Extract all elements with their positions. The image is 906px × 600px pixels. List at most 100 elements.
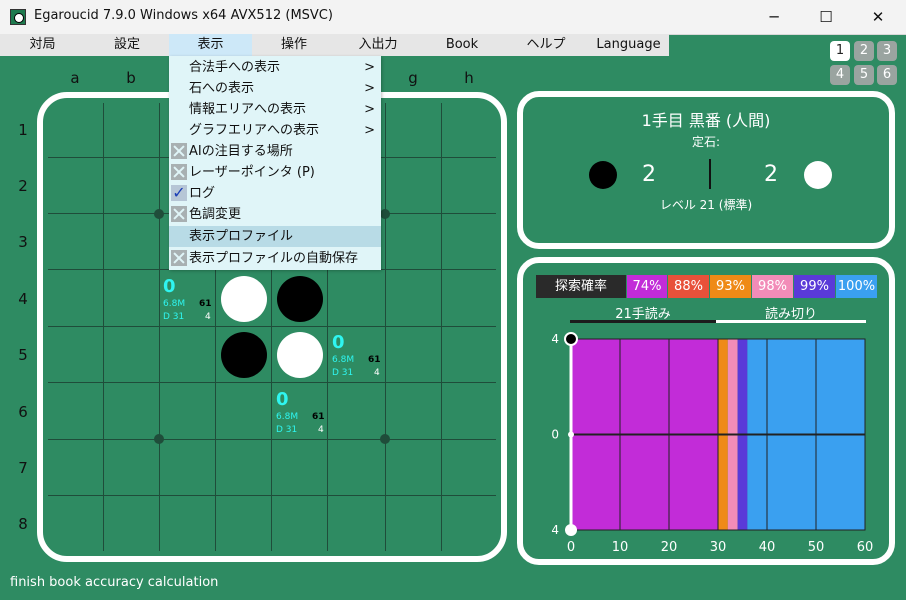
- view-menu-item-color-change[interactable]: 色調変更: [169, 204, 381, 225]
- chart-zero-marker: [568, 431, 574, 438]
- chart-x-tick-label: 50: [808, 540, 825, 555]
- legend-search-probability: 探索確率: [536, 275, 626, 298]
- hint-value: 0: [276, 389, 289, 410]
- legend-100: 100%: [836, 275, 877, 298]
- view-menu-item-ai-focus[interactable]: AIの注目する場所: [169, 141, 381, 162]
- row-label-8: 8: [18, 515, 28, 533]
- grid-line: [103, 103, 104, 551]
- unchecked-box-icon: [171, 143, 187, 159]
- submenu-arrow-icon: >: [364, 60, 375, 75]
- view-menu-item-laser-pointer[interactable]: レーザーポインタ (P): [169, 162, 381, 183]
- view-menu-item-log[interactable]: ✓ ログ: [169, 183, 381, 204]
- tab-6[interactable]: 6: [877, 65, 897, 85]
- legal-move-hint-c4[interactable]: 0 6.8M D 31 61 4: [163, 276, 215, 326]
- view-menu-item-autosave-profile[interactable]: 表示プロファイルの自動保存: [169, 248, 381, 269]
- view-menu-item-discs[interactable]: 石への表示 >: [169, 78, 381, 99]
- view-menu-item-info-area[interactable]: 情報エリアへの表示 >: [169, 99, 381, 120]
- close-button[interactable]: ✕: [852, 0, 904, 34]
- view-menu-dropdown: 合法手への表示 > 石への表示 > 情報エリアへの表示 > グラフエリアへの表示…: [169, 56, 381, 270]
- grid-line: [48, 326, 496, 327]
- menu-settings[interactable]: 設定: [85, 34, 169, 56]
- menu-book[interactable]: Book: [420, 34, 504, 56]
- grid-line: [385, 103, 386, 551]
- turn-info: 1手目 黒番 (人間): [641, 111, 771, 130]
- legal-move-hint-e6[interactable]: 0 6.8M D 31 61 4: [276, 389, 328, 439]
- white-disc-d4[interactable]: [221, 276, 267, 322]
- ai-level: レベル 21 (標準): [659, 198, 753, 212]
- grid-line: [159, 103, 160, 551]
- chart-y-tick-label: 4: [551, 523, 559, 537]
- star-point: [154, 434, 164, 444]
- hint-probability: 61: [368, 355, 381, 365]
- status-text: finish book accuracy calculation: [10, 575, 219, 590]
- legend-88: 88%: [668, 275, 709, 298]
- white-disc-e5[interactable]: [277, 332, 323, 378]
- chart-y-tick-label: 0: [551, 428, 559, 442]
- hint-count: 4: [205, 312, 211, 322]
- hint-count: 4: [318, 425, 324, 435]
- legend-93: 93%: [710, 275, 751, 298]
- view-menu-item-legal-moves[interactable]: 合法手への表示 >: [169, 57, 381, 78]
- submenu-arrow-icon: >: [364, 123, 375, 138]
- view-menu-item-graph-area[interactable]: グラフエリアへの表示 >: [169, 120, 381, 141]
- hint-probability: 61: [312, 412, 325, 422]
- hint-probability: 61: [199, 299, 212, 309]
- legal-move-hint-f5[interactable]: 0 6.8M D 31 61 4: [332, 332, 384, 382]
- minimize-button[interactable]: ─: [748, 0, 800, 34]
- row-label-6: 6: [18, 403, 28, 421]
- submenu-arrow-icon: >: [364, 102, 375, 117]
- hint-nodes: 6.8M: [332, 355, 355, 365]
- hint-nodes: 6.8M: [276, 412, 299, 422]
- tab-5[interactable]: 5: [854, 65, 874, 85]
- star-point: [380, 209, 390, 219]
- chart-x-tick-label: 20: [661, 540, 678, 555]
- column-label-h: h: [464, 69, 474, 87]
- hint-depth: D 31: [276, 425, 298, 435]
- chart-y-tick-label: 4: [551, 332, 559, 346]
- menu-game[interactable]: 対局: [0, 34, 85, 56]
- column-label-b: b: [126, 69, 136, 87]
- menu-bar: 対局 設定 表示 操作 入出力 Book ヘルプ Language: [0, 34, 669, 56]
- chart-x-tick-label: 60: [857, 540, 874, 555]
- chart-x-tick-label: 0: [567, 540, 575, 555]
- column-label-a: a: [70, 69, 80, 87]
- menu-view[interactable]: 表示: [169, 34, 252, 56]
- menu-io[interactable]: 入出力: [336, 34, 420, 56]
- search-probability-chart: 4040 10 20 30 40 50 60: [551, 332, 874, 555]
- column-label-g: g: [408, 69, 418, 87]
- view-menu-item-display-profile[interactable]: 表示プロファイル: [169, 226, 381, 247]
- submenu-arrow-icon: >: [364, 81, 375, 96]
- legend-99: 99%: [794, 275, 835, 298]
- tab-3[interactable]: 3: [877, 41, 897, 61]
- checkmark-icon: ✓: [171, 183, 187, 202]
- menu-language[interactable]: Language: [588, 34, 669, 56]
- chart-black-marker: [564, 332, 578, 346]
- legend-74: 74%: [627, 275, 667, 298]
- black-disc-e4[interactable]: [277, 276, 323, 322]
- menu-operation[interactable]: 操作: [252, 34, 336, 56]
- score-divider: [709, 159, 711, 189]
- chart-x-tick-label: 40: [759, 540, 776, 555]
- row-label-5: 5: [18, 346, 28, 364]
- hint-value: 0: [332, 332, 345, 353]
- unchecked-box-icon: [171, 206, 187, 222]
- star-point: [380, 434, 390, 444]
- black-disc-d5[interactable]: [221, 332, 267, 378]
- tab-1[interactable]: 1: [830, 41, 850, 61]
- grid-line: [48, 439, 496, 440]
- window-title: Egaroucid 7.9.0 Windows x64 AVX512 (MSVC…: [34, 8, 333, 23]
- info-panel: 1手目 黒番 (人間) 定石: 2 2 レベル 21 (標準): [517, 91, 895, 249]
- row-label-1: 1: [18, 121, 28, 139]
- hint-nodes: 6.8M: [163, 299, 186, 309]
- white-disc-icon: [804, 161, 832, 189]
- maximize-button[interactable]: ☐: [800, 0, 852, 34]
- menu-help[interactable]: ヘルプ: [504, 34, 588, 56]
- grid-line: [48, 495, 496, 496]
- app-icon: [10, 9, 26, 25]
- tab-indicator-inactive: [570, 320, 716, 323]
- grid-line: [441, 103, 442, 551]
- hint-count: 4: [374, 368, 380, 378]
- white-score: 2: [764, 162, 778, 187]
- tab-4[interactable]: 4: [830, 65, 850, 85]
- tab-2[interactable]: 2: [854, 41, 874, 61]
